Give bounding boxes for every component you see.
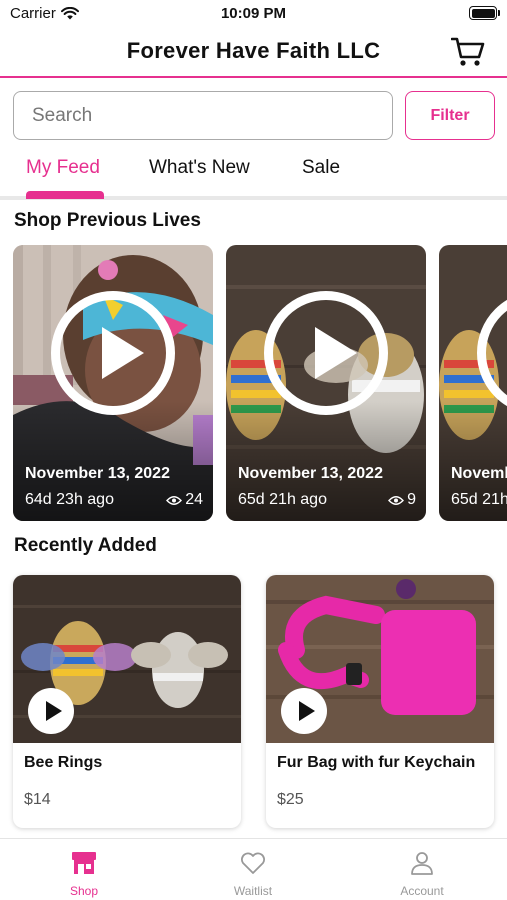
status-bar: Carrier 10:09 PM — [0, 0, 507, 28]
heart-icon — [241, 852, 265, 874]
search-input[interactable] — [13, 91, 393, 140]
product-name: Fur Bag with fur Keychain — [277, 754, 476, 771]
live-date: November 13, 2022 — [238, 465, 383, 482]
live-card[interactable]: November 13, 2022 65d 21h ago 9 — [226, 245, 426, 521]
play-icon[interactable] — [281, 688, 327, 734]
account-icon — [411, 852, 433, 875]
feed-tabs: My Feed What's New Sale — [0, 150, 507, 200]
store-title: Forever Have Faith LLC — [126, 38, 381, 63]
filter-button[interactable]: Filter — [405, 91, 495, 140]
live-views: 9 — [388, 491, 416, 509]
live-card[interactable]: November 13, 2022 64d 23h ago 24 — [13, 245, 213, 521]
nav-shop[interactable]: Shop — [24, 839, 144, 900]
nav-waitlist[interactable]: Waitlist — [193, 839, 313, 900]
shop-icon — [72, 852, 96, 874]
tab-whats-new[interactable]: What's New — [149, 157, 250, 179]
active-tab-indicator — [26, 191, 104, 199]
views-count: 9 — [407, 491, 416, 508]
nav-account-label: Account — [400, 884, 444, 898]
section-title-lives: Shop Previous Lives — [14, 210, 201, 231]
product-card[interactable]: Bee Rings $14 — [13, 575, 241, 828]
product-price: $14 — [24, 791, 51, 808]
tab-my-feed[interactable]: My Feed — [26, 157, 100, 179]
play-icon[interactable] — [264, 291, 388, 415]
live-age: 65d 21h ago — [238, 491, 327, 508]
cart-icon[interactable] — [451, 36, 485, 68]
eye-icon — [166, 495, 183, 505]
tab-sale[interactable]: Sale — [302, 157, 340, 179]
app-header: Forever Have Faith LLC — [0, 28, 507, 78]
bottom-nav: Shop Waitlist Account — [0, 838, 507, 900]
views-count: 24 — [185, 491, 203, 508]
clock: 10:09 PM — [220, 5, 287, 22]
nav-waitlist-label: Waitlist — [233, 884, 273, 898]
live-age: 65d 21h ago — [451, 491, 507, 508]
nav-shop-label: Shop — [69, 884, 99, 898]
section-title-recent: Recently Added — [14, 535, 157, 556]
live-age: 64d 23h ago — [25, 491, 114, 508]
live-card[interactable]: November 13, 2022 65d 21h ago — [439, 245, 507, 521]
eye-icon — [388, 495, 405, 505]
live-date: November 13, 2022 — [451, 465, 507, 482]
product-card[interactable]: Fur Bag with fur Keychain $25 — [266, 575, 494, 828]
product-price: $25 — [277, 791, 304, 808]
lives-carousel[interactable]: November 13, 2022 64d 23h ago 24 Novembe… — [13, 245, 507, 521]
play-icon[interactable] — [28, 688, 74, 734]
product-name: Bee Rings — [24, 754, 103, 771]
live-date: November 13, 2022 — [25, 465, 170, 482]
nav-account[interactable]: Account — [362, 839, 482, 900]
play-icon[interactable] — [51, 291, 175, 415]
battery-icon — [469, 6, 500, 20]
live-views: 24 — [166, 491, 203, 509]
